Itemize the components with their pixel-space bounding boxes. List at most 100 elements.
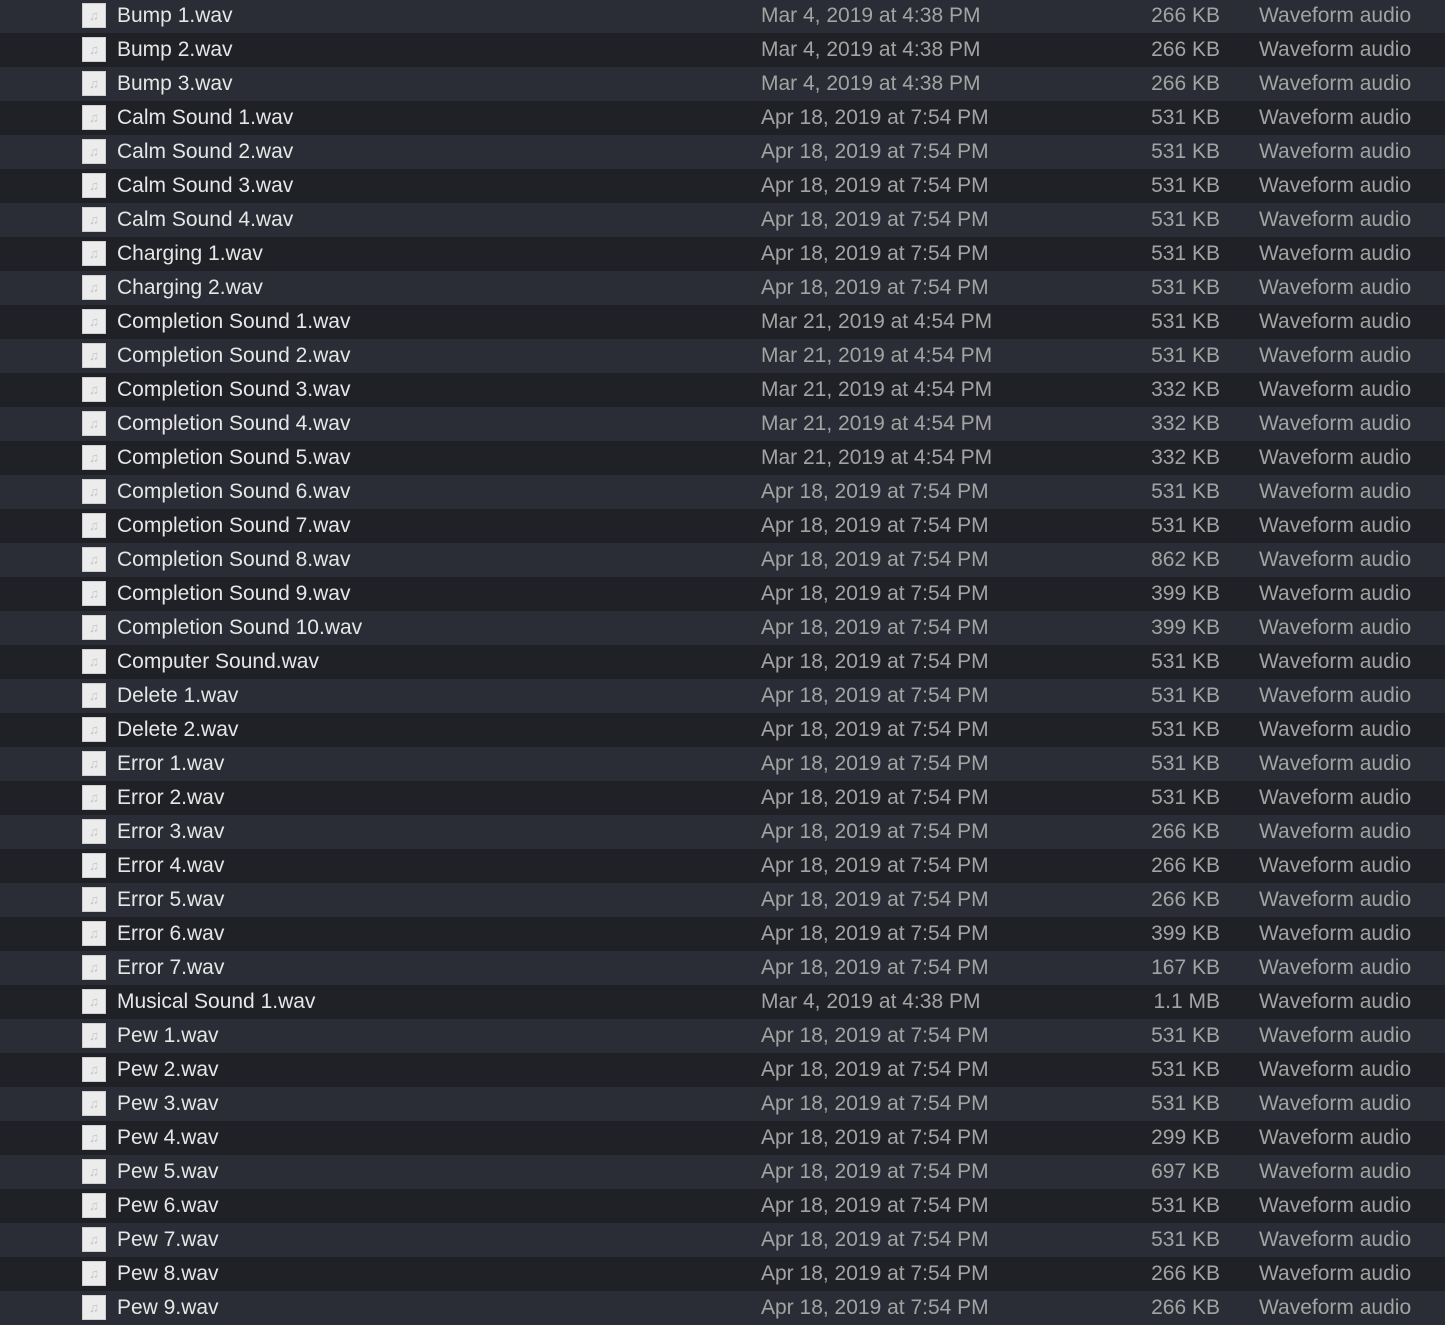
date-modified: Apr 18, 2019 at 7:54 PM: [761, 786, 989, 809]
file-name: Completion Sound 4.wav: [117, 412, 351, 435]
file-row[interactable]: ♫ Completion Sound 4.wav Mar 21, 2019 at 4…: [0, 407, 1445, 441]
date-modified: Apr 18, 2019 at 7:54 PM: [761, 174, 989, 197]
music-note-file-icon: ♫: [82, 853, 106, 878]
file-size: 399 KB: [1151, 616, 1220, 639]
file-row[interactable]: ♫ Pew 3.wav Apr 18, 2019 at 7:54 PM 531 KB W…: [0, 1087, 1445, 1121]
file-row[interactable]: ♫ Error 5.wav Apr 18, 2019 at 7:54 PM 266 K…: [0, 883, 1445, 917]
date-modified: Mar 21, 2019 at 4:54 PM: [761, 344, 993, 367]
file-name: Completion Sound 3.wav: [117, 378, 351, 401]
music-note-file-icon: ♫: [82, 1295, 106, 1320]
file-row[interactable]: ♫ Delete 1.wav Apr 18, 2019 at 7:54 PM 531 …: [0, 679, 1445, 713]
file-name: Completion Sound 10.wav: [117, 616, 363, 639]
file-row[interactable]: ♫ Computer Sound.wav Apr 18, 2019 at 7:54 …: [0, 645, 1445, 679]
music-note-file-icon: ♫: [82, 207, 106, 232]
file-row[interactable]: ♫ Error 1.wav Apr 18, 2019 at 7:54 PM 531 K…: [0, 747, 1445, 781]
file-row[interactable]: ♫ Error 6.wav Apr 18, 2019 at 7:54 PM 399 K…: [0, 917, 1445, 951]
music-note-file-icon: ♫: [82, 173, 106, 198]
file-name: Completion Sound 1.wav: [117, 310, 351, 333]
music-note-file-icon: ♫: [82, 139, 106, 164]
file-row[interactable]: ♫ Pew 2.wav Apr 18, 2019 at 7:54 PM 531 KB W…: [0, 1053, 1445, 1087]
file-size: 531 KB: [1151, 106, 1220, 129]
date-modified: Apr 18, 2019 at 7:54 PM: [761, 752, 989, 775]
date-modified: Apr 18, 2019 at 7:54 PM: [761, 1228, 989, 1251]
file-size: 531 KB: [1151, 208, 1220, 231]
file-size: 531 KB: [1151, 1058, 1220, 1081]
file-kind: Waveform audio: [1259, 820, 1412, 843]
file-name: Charging 2.wav: [117, 276, 263, 299]
file-row[interactable]: ♫ Error 2.wav Apr 18, 2019 at 7:54 PM 531 K…: [0, 781, 1445, 815]
file-row[interactable]: ♫ Pew 8.wav Apr 18, 2019 at 7:54 PM 266 KB W…: [0, 1257, 1445, 1291]
file-row[interactable]: ♫ Completion Sound 3.wav Mar 21, 2019 at 4…: [0, 373, 1445, 407]
file-row[interactable]: ♫ Completion Sound 8.wav Apr 18, 2019 at 7…: [0, 543, 1445, 577]
file-kind: Waveform audio: [1259, 786, 1412, 809]
file-name: Calm Sound 1.wav: [117, 106, 294, 129]
file-row[interactable]: ♫ Error 7.wav Apr 18, 2019 at 7:54 PM 167 K…: [0, 951, 1445, 985]
file-kind: Waveform audio: [1259, 514, 1412, 537]
file-row[interactable]: ♫ Calm Sound 4.wav Apr 18, 2019 at 7:54 PM…: [0, 203, 1445, 237]
file-size: 531 KB: [1151, 718, 1220, 741]
file-row[interactable]: ♫ Completion Sound 2.wav Mar 21, 2019 at 4…: [0, 339, 1445, 373]
file-row[interactable]: ♫ Charging 1.wav Apr 18, 2019 at 7:54 PM 53…: [0, 237, 1445, 271]
file-name: Charging 1.wav: [117, 242, 263, 265]
file-row[interactable]: ♫ Musical Sound 1.wav Mar 4, 2019 at 4:38 …: [0, 985, 1445, 1019]
file-row[interactable]: ♫ Pew 5.wav Apr 18, 2019 at 7:54 PM 697 KB W…: [0, 1155, 1445, 1189]
file-row[interactable]: ♫ Pew 7.wav Apr 18, 2019 at 7:54 PM 531 KB W…: [0, 1223, 1445, 1257]
file-kind: Waveform audio: [1259, 548, 1412, 571]
file-row[interactable]: ♫ Completion Sound 10.wav Apr 18, 2019 at …: [0, 611, 1445, 645]
file-row[interactable]: ♫ Calm Sound 1.wav Apr 18, 2019 at 7:54 PM…: [0, 101, 1445, 135]
file-row[interactable]: ♫ Pew 1.wav Apr 18, 2019 at 7:54 PM 531 KB W…: [0, 1019, 1445, 1053]
file-name: Error 3.wav: [117, 820, 225, 843]
file-kind: Waveform audio: [1259, 990, 1412, 1013]
date-modified: Apr 18, 2019 at 7:54 PM: [761, 582, 989, 605]
file-kind: Waveform audio: [1259, 1024, 1412, 1047]
file-kind: Waveform audio: [1259, 276, 1412, 299]
file-row[interactable]: ♫ Completion Sound 1.wav Mar 21, 2019 at 4…: [0, 305, 1445, 339]
date-modified: Apr 18, 2019 at 7:54 PM: [761, 242, 989, 265]
file-row[interactable]: ♫ Completion Sound 5.wav Mar 21, 2019 at 4…: [0, 441, 1445, 475]
file-name: Calm Sound 4.wav: [117, 208, 294, 231]
file-name: Completion Sound 9.wav: [117, 582, 351, 605]
file-row[interactable]: ♫ Delete 2.wav Apr 18, 2019 at 7:54 PM 531 …: [0, 713, 1445, 747]
file-size: 531 KB: [1151, 1024, 1220, 1047]
file-name: Error 1.wav: [117, 752, 225, 775]
file-size: 266 KB: [1151, 38, 1220, 61]
file-name: Calm Sound 2.wav: [117, 140, 294, 163]
music-note-file-icon: ♫: [82, 921, 106, 946]
file-size: 332 KB: [1151, 378, 1220, 401]
date-modified: Apr 18, 2019 at 7:54 PM: [761, 1058, 989, 1081]
file-kind: Waveform audio: [1259, 684, 1412, 707]
file-kind: Waveform audio: [1259, 888, 1412, 911]
file-kind: Waveform audio: [1259, 922, 1412, 945]
file-row[interactable]: ♫ Error 4.wav Apr 18, 2019 at 7:54 PM 266 K…: [0, 849, 1445, 883]
file-kind: Waveform audio: [1259, 752, 1412, 775]
file-size: 531 KB: [1151, 1228, 1220, 1251]
music-note-file-icon: ♫: [82, 1159, 106, 1184]
file-name: Bump 3.wav: [117, 72, 233, 95]
music-note-file-icon: ♫: [82, 581, 106, 606]
file-kind: Waveform audio: [1259, 208, 1412, 231]
file-row[interactable]: ♫ Completion Sound 6.wav Apr 18, 2019 at 7…: [0, 475, 1445, 509]
music-note-file-icon: ♫: [82, 1091, 106, 1116]
file-row[interactable]: ♫ Completion Sound 7.wav Apr 18, 2019 at 7…: [0, 509, 1445, 543]
file-row[interactable]: ♫ Completion Sound 9.wav Apr 18, 2019 at 7…: [0, 577, 1445, 611]
file-row[interactable]: ♫ Pew 4.wav Apr 18, 2019 at 7:54 PM 299 KB W…: [0, 1121, 1445, 1155]
file-row[interactable]: ♫ Bump 3.wav Mar 4, 2019 at 4:38 PM 266 KB W…: [0, 67, 1445, 101]
file-row[interactable]: ♫ Pew 9.wav Apr 18, 2019 at 7:54 PM 266 KB W…: [0, 1291, 1445, 1325]
file-size: 862 KB: [1151, 548, 1220, 571]
file-row[interactable]: ♫ Calm Sound 2.wav Apr 18, 2019 at 7:54 PM…: [0, 135, 1445, 169]
music-note-file-icon: ♫: [82, 683, 106, 708]
file-name: Pew 9.wav: [117, 1296, 219, 1319]
date-modified: Mar 21, 2019 at 4:54 PM: [761, 378, 993, 401]
file-row[interactable]: ♫ Bump 2.wav Mar 4, 2019 at 4:38 PM 266 KB W…: [0, 33, 1445, 67]
music-note-file-icon: ♫: [82, 377, 106, 402]
file-row[interactable]: ♫ Charging 2.wav Apr 18, 2019 at 7:54 PM 53…: [0, 271, 1445, 305]
music-note-file-icon: ♫: [82, 955, 106, 980]
file-row[interactable]: ♫ Bump 1.wav Mar 4, 2019 at 4:38 PM 266 KB W…: [0, 0, 1445, 33]
file-row[interactable]: ♫ Calm Sound 3.wav Apr 18, 2019 at 7:54 PM…: [0, 169, 1445, 203]
file-kind: Waveform audio: [1259, 174, 1412, 197]
file-name: Delete 1.wav: [117, 684, 239, 707]
music-note-file-icon: ♫: [82, 887, 106, 912]
file-name: Bump 1.wav: [117, 4, 233, 27]
file-row[interactable]: ♫ Pew 6.wav Apr 18, 2019 at 7:54 PM 531 KB W…: [0, 1189, 1445, 1223]
file-row[interactable]: ♫ Error 3.wav Apr 18, 2019 at 7:54 PM 266 K…: [0, 815, 1445, 849]
